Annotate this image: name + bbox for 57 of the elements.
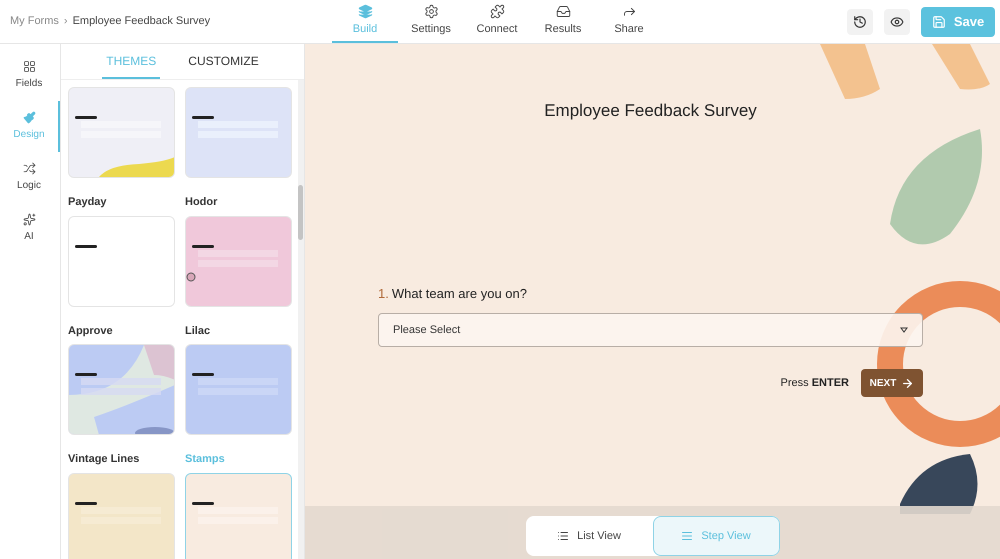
hint-text: Press ENTER [780,376,849,391]
question-number: 1. [378,284,389,302]
sidebar-item[interactable]: Logic [0,152,60,203]
theme-preview[interactable] [68,472,175,559]
puzzle-icon [490,4,504,19]
panel-tab[interactable]: CUSTOMIZE [184,44,263,79]
lines-icon [681,530,694,542]
theme-name: Stamps [185,452,226,467]
breadcrumb-link[interactable]: My Forms [10,13,59,30]
preview-line [192,373,214,376]
theme-preview[interactable] [68,216,175,306]
save-icon [932,14,946,28]
theme-name: Vintage Lines [68,452,140,467]
theme-preview[interactable] [185,344,292,435]
preview-line [75,373,97,376]
theme-preview[interactable] [185,87,292,178]
form-title: Employee Feedback Survey [72,14,210,30]
breadcrumb-separator: › [64,14,68,30]
preview-line [192,244,214,248]
view-toggle[interactable]: List View [526,516,652,556]
sidebar-item[interactable]: AI [0,203,60,254]
grid-icon [22,60,36,73]
theme-preview[interactable] [68,87,175,178]
caret-icon [900,327,908,333]
layers-icon [358,4,372,19]
preview-button[interactable] [884,8,910,34]
preview-line [75,116,97,119]
question-text: What team are you on? [392,284,527,303]
arrow-icon [901,376,914,390]
theme-preview[interactable] [185,216,292,306]
history-button[interactable] [847,8,873,34]
preview-line [75,244,97,248]
next-button[interactable]: NEXT [861,369,923,397]
dropdown-select[interactable]: Please Select [378,313,923,347]
circle-icon [186,272,196,282]
preview-line [75,502,97,504]
paintbrush-icon [22,111,36,124]
theme-name: Payday [68,195,108,210]
scrollbar[interactable] [298,80,304,559]
nav-tab[interactable]: Results [530,0,596,43]
nav-tab[interactable]: Settings [398,0,464,43]
shuffle-icon [22,162,36,175]
sidebar-item[interactable]: Fields [0,50,60,101]
history-icon [853,14,867,28]
theme-name: Approve [68,324,114,338]
sparkle-icon [22,213,36,226]
nav-tab[interactable]: Share [596,0,662,43]
settings-icon [424,4,438,19]
eye-icon [890,14,904,28]
nav-tab[interactable]: Connect [464,0,530,43]
preview-line [192,502,214,504]
inbox-icon [556,4,570,19]
survey-title: Employee Feedback Survey [543,100,758,122]
theme-name: Lilac [185,324,212,338]
theme-preview[interactable] [185,472,292,559]
theme-name: Hodor [185,195,218,210]
preview-line [192,116,214,119]
